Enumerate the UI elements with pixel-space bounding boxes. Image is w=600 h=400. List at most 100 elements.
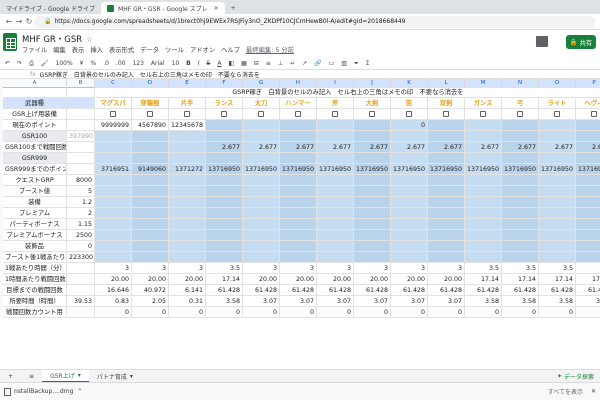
value-cell[interactable]: 13716950	[576, 164, 600, 175]
value-cell[interactable]	[576, 131, 600, 142]
value-cell[interactable]	[539, 241, 576, 252]
value-cell[interactable]	[428, 252, 465, 263]
value-cell[interactable]	[502, 131, 539, 142]
value-cell[interactable]	[317, 252, 354, 263]
input-cell[interactable]	[67, 153, 95, 164]
value-cell[interactable]	[391, 109, 428, 120]
checkbox[interactable]	[221, 110, 227, 117]
value-cell[interactable]	[280, 109, 317, 120]
value-cell[interactable]	[243, 219, 280, 230]
column-header[interactable]: O	[539, 79, 576, 88]
input-cell[interactable]	[67, 120, 95, 131]
new-tab-icon[interactable]: +	[225, 2, 242, 14]
value-cell[interactable]	[428, 186, 465, 197]
value-cell[interactable]	[428, 153, 465, 164]
value-cell[interactable]	[502, 208, 539, 219]
value-cell[interactable]	[95, 109, 132, 120]
bold-button[interactable]: B	[185, 60, 192, 67]
value-cell[interactable]	[465, 197, 502, 208]
function-icon[interactable]: Σ	[365, 60, 371, 67]
value-cell[interactable]: 0	[502, 307, 539, 318]
value-cell[interactable]	[465, 186, 502, 197]
value-cell[interactable]	[539, 186, 576, 197]
value-cell[interactable]	[539, 153, 576, 164]
weapon-header[interactable]: 穿龍棍	[132, 98, 169, 109]
value-cell[interactable]: 13716950	[391, 164, 428, 175]
input-cell[interactable]: 2500	[67, 230, 95, 241]
value-cell[interactable]	[576, 252, 600, 263]
explore-button[interactable]: ✦ データ探索	[557, 372, 594, 381]
back-icon[interactable]: ←	[4, 17, 14, 26]
column-header[interactable]: N	[502, 79, 539, 88]
column-header[interactable]: P	[576, 79, 600, 88]
value-cell[interactable]: 61.428	[391, 285, 428, 296]
value-cell[interactable]	[95, 241, 132, 252]
value-cell[interactable]: 20.00	[243, 274, 280, 285]
value-cell[interactable]	[428, 120, 465, 131]
font-select[interactable]: Arial	[150, 60, 166, 67]
value-cell[interactable]	[354, 131, 391, 142]
value-cell[interactable]	[243, 131, 280, 142]
value-cell[interactable]	[95, 252, 132, 263]
value-cell[interactable]	[317, 109, 354, 120]
weapon-header[interactable]: 大剣	[354, 98, 391, 109]
value-cell[interactable]: 2.05	[132, 296, 169, 307]
checkbox[interactable]	[147, 110, 153, 117]
redo-icon[interactable]: ↷	[16, 60, 23, 67]
value-cell[interactable]: 3	[317, 263, 354, 274]
value-cell[interactable]	[391, 175, 428, 186]
wrap-icon[interactable]: ↵	[289, 60, 296, 67]
cell[interactable]	[3, 88, 67, 98]
column-header[interactable]: J	[354, 79, 391, 88]
all-sheets-icon[interactable]: ≡	[21, 370, 42, 383]
value-cell[interactable]	[132, 219, 169, 230]
formula-input[interactable]: GSRP稼ぎ 白背景のセルのみ記入 セル右上の三角はメモの印 不要なら消去を	[40, 70, 260, 79]
value-cell[interactable]	[354, 219, 391, 230]
value-cell[interactable]	[317, 230, 354, 241]
value-cell[interactable]	[132, 230, 169, 241]
value-cell[interactable]	[169, 142, 206, 153]
weapon-header[interactable]: ランス	[206, 98, 243, 109]
insert-comment-icon[interactable]: ▭	[328, 60, 336, 67]
browser-tab-drive[interactable]: マイドライブ - Google ドライブ	[0, 2, 101, 14]
value-cell[interactable]: 0	[576, 307, 600, 318]
value-cell[interactable]: 20.00	[391, 274, 428, 285]
value-cell[interactable]	[576, 109, 600, 120]
value-cell[interactable]	[539, 175, 576, 186]
value-cell[interactable]	[280, 219, 317, 230]
align-icon[interactable]: ≡	[265, 60, 272, 67]
value-cell[interactable]	[539, 120, 576, 131]
value-cell[interactable]: 2.677	[391, 142, 428, 153]
value-cell[interactable]	[280, 230, 317, 241]
value-cell[interactable]: 61.428	[576, 285, 600, 296]
value-cell[interactable]	[317, 120, 354, 131]
value-cell[interactable]	[206, 131, 243, 142]
value-cell[interactable]	[354, 186, 391, 197]
value-cell[interactable]: 3.5	[539, 263, 576, 274]
forward-icon[interactable]: →	[14, 17, 24, 26]
zoom-select[interactable]: 100%	[55, 60, 74, 67]
value-cell[interactable]	[132, 153, 169, 164]
value-cell[interactable]: 2.677	[465, 142, 502, 153]
value-cell[interactable]	[243, 120, 280, 131]
weapon-header[interactable]: 片手	[169, 98, 206, 109]
value-cell[interactable]	[317, 219, 354, 230]
value-cell[interactable]	[428, 219, 465, 230]
menu-addons[interactable]: アドオン	[190, 45, 215, 54]
input-cell[interactable]: 8000	[67, 175, 95, 186]
value-cell[interactable]	[95, 131, 132, 142]
value-cell[interactable]: 17.14	[576, 274, 600, 285]
value-cell[interactable]: 61.428	[502, 285, 539, 296]
value-cell[interactable]: 0	[465, 307, 502, 318]
value-cell[interactable]: 3	[354, 263, 391, 274]
value-cell[interactable]	[206, 230, 243, 241]
value-cell[interactable]	[391, 186, 428, 197]
value-cell[interactable]: 3	[169, 263, 206, 274]
value-cell[interactable]: 0	[539, 307, 576, 318]
value-cell[interactable]: 3.58	[539, 296, 576, 307]
value-cell[interactable]: 4567890	[132, 120, 169, 131]
value-cell[interactable]: 0	[354, 307, 391, 318]
value-cell[interactable]	[465, 175, 502, 186]
value-cell[interactable]	[428, 109, 465, 120]
value-cell[interactable]	[354, 175, 391, 186]
